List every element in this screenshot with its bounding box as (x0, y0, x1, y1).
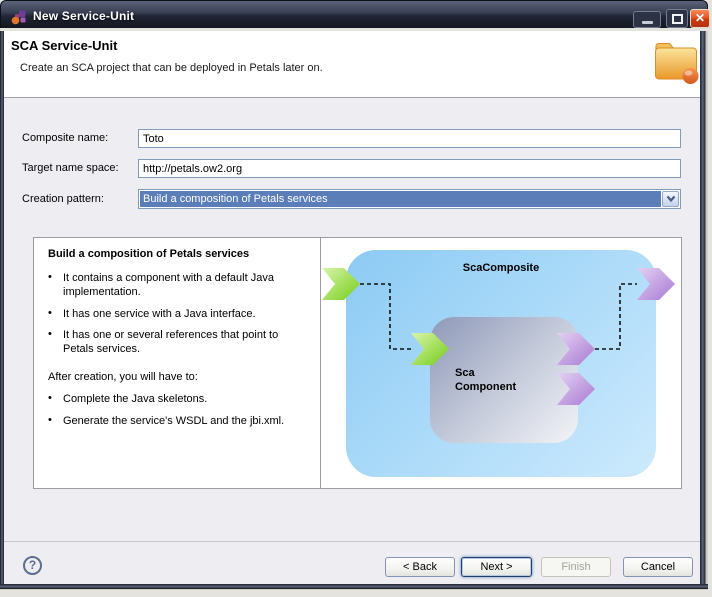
list-item: • Generate the service's WSDL and the jb… (48, 413, 285, 427)
bullet-icon: • (48, 271, 52, 283)
after-creation-title: After creation, you will have to: (48, 371, 198, 384)
target-namespace-label: Target name space: (22, 162, 119, 174)
creation-pattern-label: Creation pattern: (22, 193, 104, 205)
list-item: • It contains a component with a default… (48, 271, 274, 299)
minimize-icon (642, 21, 653, 24)
list-item: • It has one service with a Java interfa… (48, 306, 256, 320)
page-description: Create an SCA project that can be deploy… (20, 62, 323, 74)
cancel-button[interactable]: Cancel (623, 557, 693, 577)
page-title: SCA Service-Unit (11, 38, 118, 53)
close-button[interactable]: ✕ (690, 9, 710, 28)
footer-separator (4, 541, 700, 542)
folder-icon (655, 43, 699, 84)
bullet-icon: • (48, 413, 52, 426)
window-title: New Service-Unit (33, 9, 135, 23)
help-button[interactable]: ? (23, 556, 42, 575)
target-namespace-input[interactable] (138, 159, 681, 178)
next-button[interactable]: Next > (461, 557, 532, 577)
maximize-button[interactable] (666, 9, 688, 28)
window-frame-bottom (0, 584, 708, 590)
list-item: • It has one or several references that … (48, 327, 279, 356)
back-button[interactable]: < Back (385, 557, 455, 577)
window-titlebar[interactable]: New Service-Unit ✕ (0, 0, 710, 28)
help-icon: ? (28, 558, 37, 572)
window-frame-right (700, 31, 708, 584)
chevron-down-icon (666, 195, 675, 203)
screen: { "window": { "title": "New Service-Unit… (0, 0, 712, 597)
finish-button[interactable]: Finish (541, 557, 611, 577)
app-icon (11, 10, 26, 25)
close-icon: ✕ (694, 11, 706, 25)
bullet-icon: • (48, 306, 52, 319)
composite-name-input[interactable] (138, 129, 681, 148)
bullet-icon: • (48, 392, 52, 405)
minimize-button[interactable] (633, 11, 661, 28)
maximize-icon (672, 14, 683, 24)
bullet-icon: • (48, 327, 52, 340)
sca-component-label: Sca Component (455, 367, 517, 393)
composite-name-label: Composite name: (22, 132, 109, 144)
pattern-title: Build a composition of Petals services (48, 248, 250, 260)
sca-composite-label: ScaComposite (462, 262, 540, 274)
creation-pattern-selected-value: Build a composition of Petals services (140, 191, 661, 207)
creation-pattern-select[interactable]: Build a composition of Petals services (138, 189, 681, 209)
list-item: • Complete the Java skeletons. (48, 392, 208, 406)
dropdown-arrow-button[interactable] (662, 191, 679, 207)
pattern-description-panel: Build a composition of Petals services •… (33, 237, 321, 489)
